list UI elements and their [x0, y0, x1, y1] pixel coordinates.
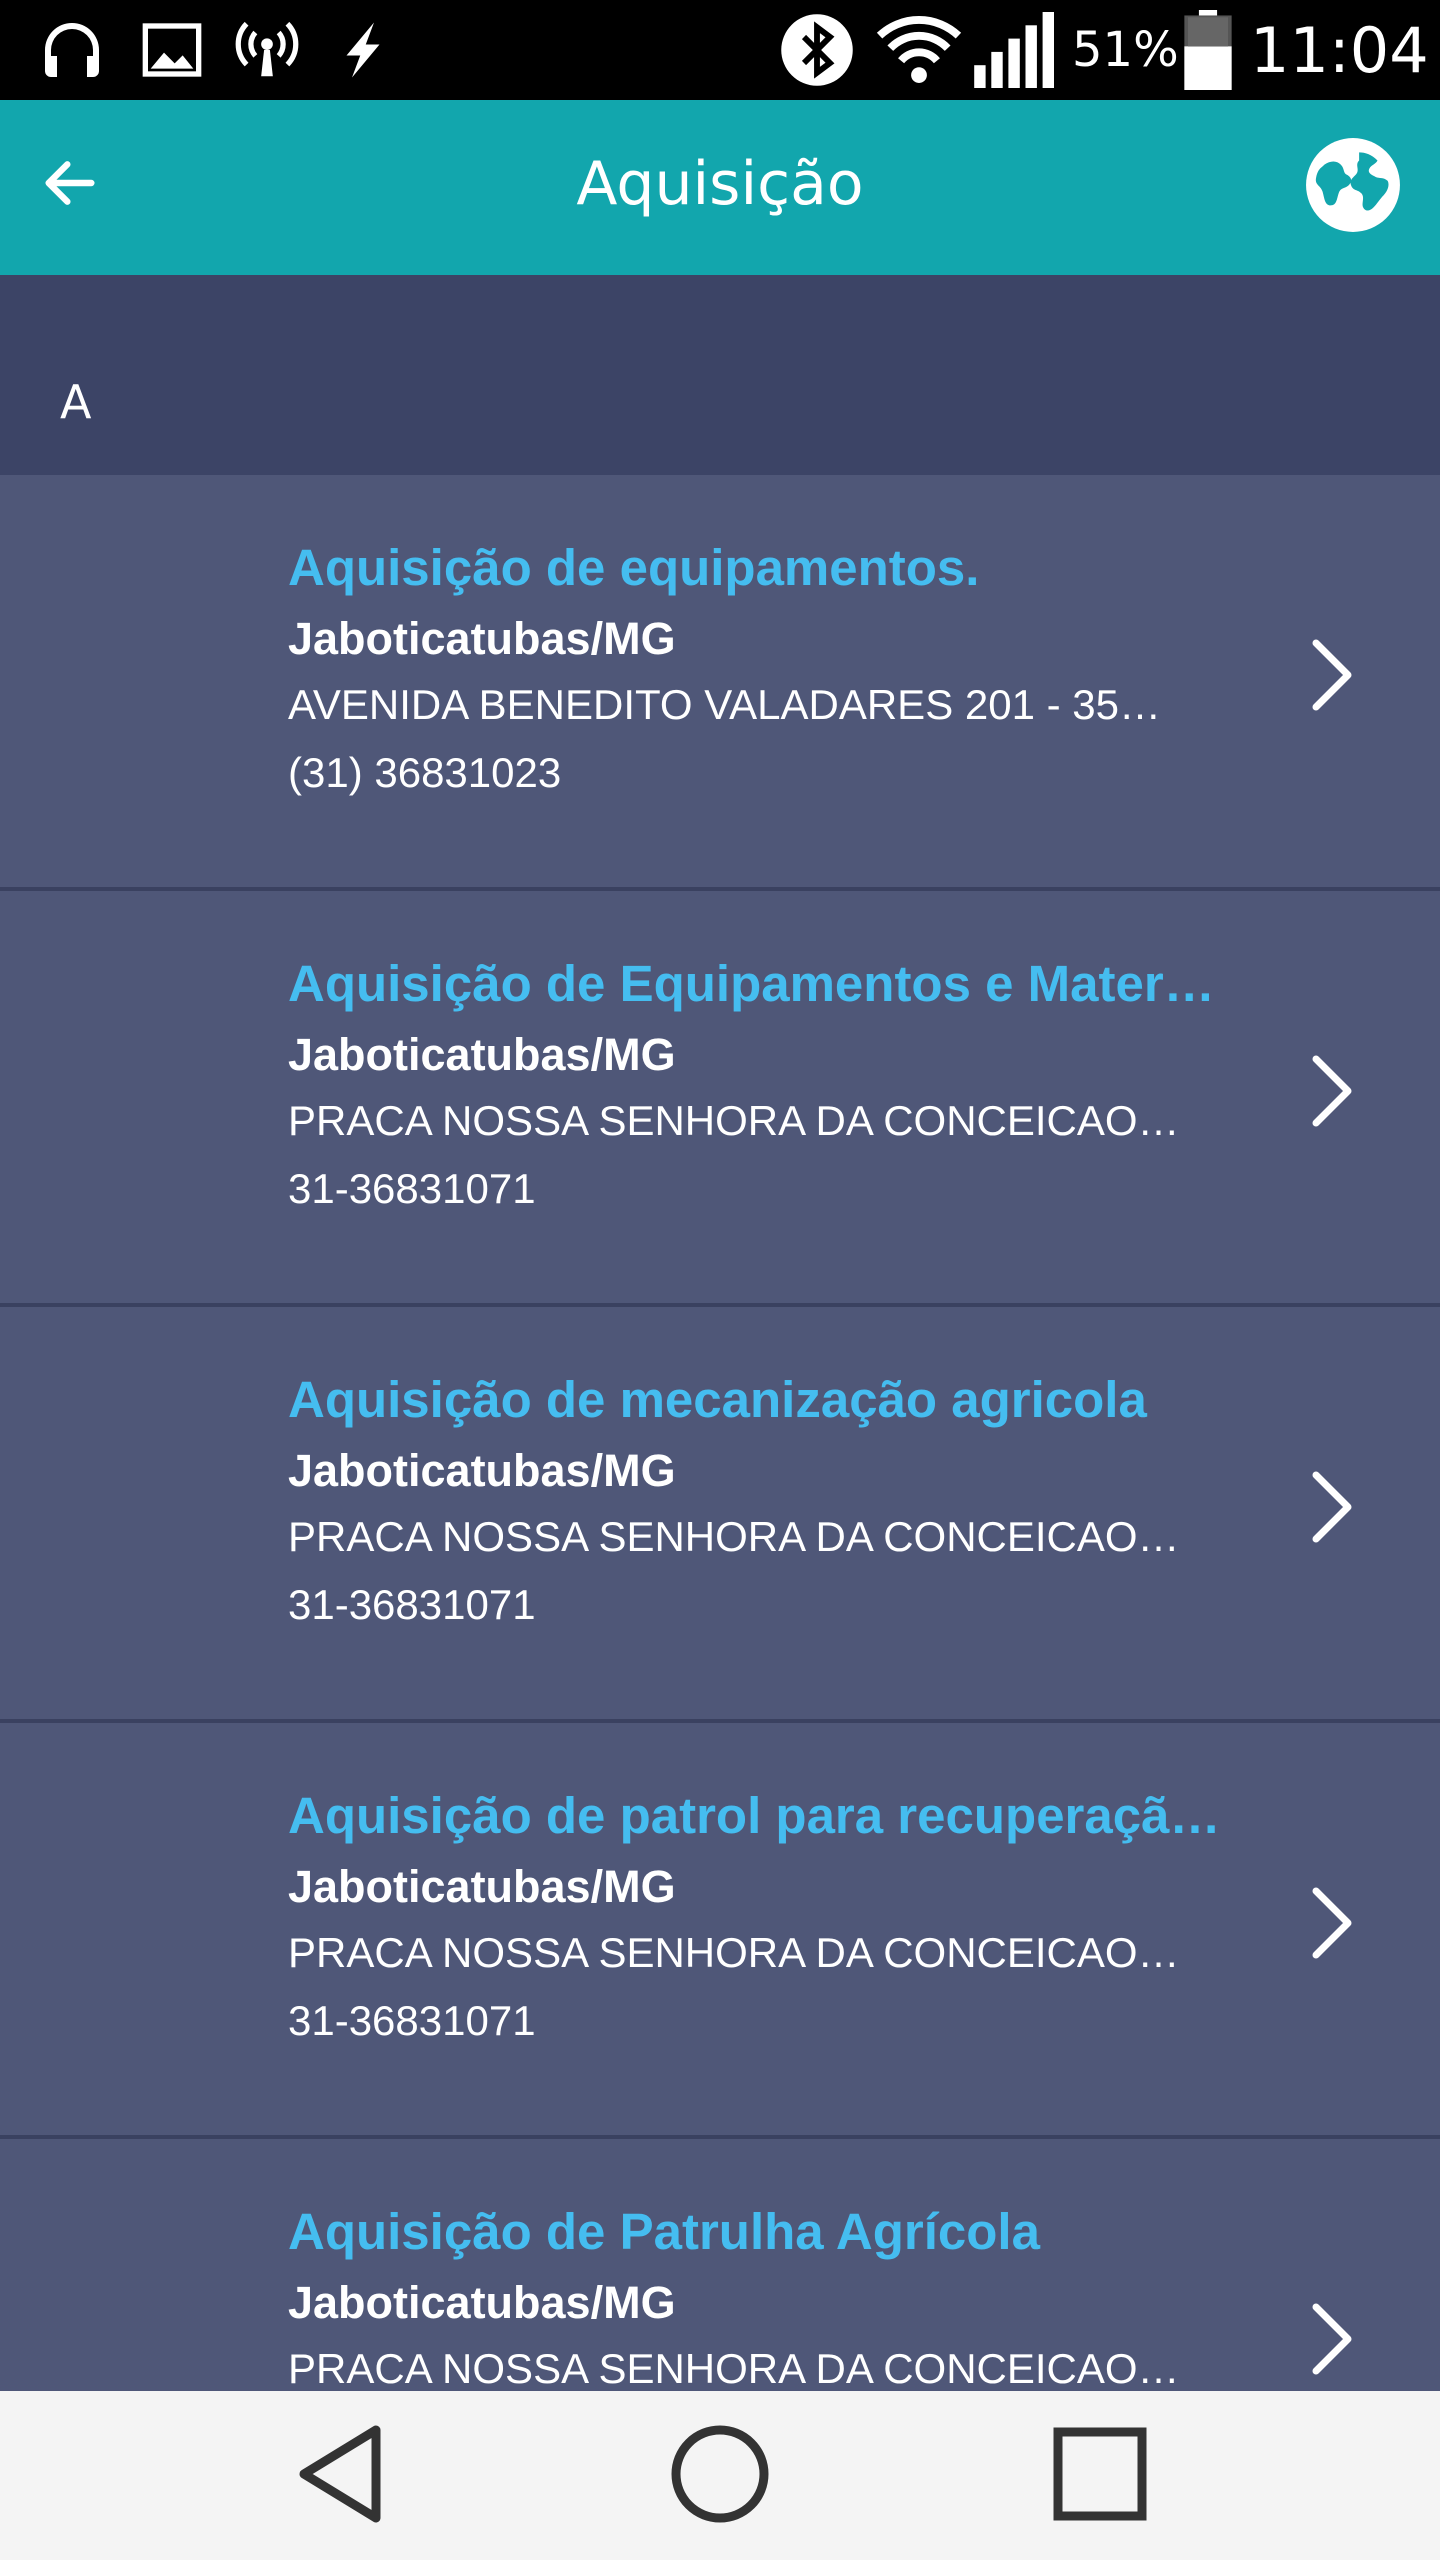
- section-letter: A: [60, 375, 92, 429]
- chevron-right-icon: [1312, 2303, 1352, 2375]
- flash-icon: [330, 0, 396, 100]
- chevron-right-icon: [1312, 1055, 1352, 1127]
- nav-recents-button[interactable]: [1035, 2411, 1165, 2541]
- item-address: PRACA NOSSA SENHORA DA CONCEICAO…: [288, 2345, 1180, 2391]
- triangle-back-icon: [292, 2422, 388, 2531]
- bluetooth-icon: [778, 0, 856, 100]
- image-icon: [140, 0, 204, 100]
- globe-button[interactable]: [1298, 132, 1408, 242]
- item-phone: 31-36831071: [288, 1165, 536, 1212]
- chevron-right-icon: [1312, 1887, 1352, 1959]
- nav-home-button[interactable]: [655, 2411, 785, 2541]
- item-title: Aquisição de Equipamentos e Mater…: [288, 955, 1215, 1012]
- results-list[interactable]: Aquisição de equipamentos. Jaboticatubas…: [0, 475, 1440, 2391]
- item-phone: 31-36831071: [288, 1581, 536, 1628]
- page-title: Aquisição: [576, 148, 864, 219]
- item-city: Jaboticatubas/MG: [288, 613, 676, 664]
- item-city: Jaboticatubas/MG: [288, 1861, 676, 1912]
- battery-icon: [1182, 0, 1234, 100]
- globe-icon: [1304, 136, 1402, 239]
- item-city: Jaboticatubas/MG: [288, 2277, 676, 2328]
- list-item[interactable]: Aquisição de mecanização agricola Jaboti…: [0, 1307, 1440, 1723]
- item-title: Aquisição de Patrulha Agrícola: [288, 2203, 1040, 2260]
- battery-percent: 51%: [1072, 22, 1179, 78]
- app-bar: Aquisição: [0, 100, 1440, 275]
- nav-back-button[interactable]: [275, 2411, 405, 2541]
- status-bar: 51% 11:04: [0, 0, 1440, 100]
- item-address: PRACA NOSSA SENHORA DA CONCEICAO…: [288, 1097, 1180, 1144]
- item-phone: (31) 36831023: [288, 749, 562, 796]
- item-title: Aquisição de patrol para recuperaçã…: [288, 1787, 1221, 1844]
- circle-home-icon: [670, 2424, 770, 2529]
- item-city: Jaboticatubas/MG: [288, 1029, 676, 1080]
- list-item[interactable]: Aquisição de Equipamentos e Mater… Jabot…: [0, 891, 1440, 1307]
- headphones-icon: [36, 0, 108, 100]
- navigation-bar: [0, 2391, 1440, 2560]
- item-address: PRACA NOSSA SENHORA DA CONCEICAO…: [288, 1929, 1180, 1976]
- section-header: A: [0, 275, 1440, 475]
- chevron-right-icon: [1312, 639, 1352, 711]
- chevron-right-icon: [1312, 1471, 1352, 1543]
- square-recents-icon: [1052, 2426, 1148, 2527]
- item-title: Aquisição de mecanização agricola: [288, 1371, 1147, 1428]
- list-item[interactable]: Aquisição de equipamentos. Jaboticatubas…: [0, 475, 1440, 891]
- signal-icon: [974, 0, 1058, 100]
- item-title: Aquisição de equipamentos.: [288, 539, 980, 596]
- wifi-icon: [876, 0, 962, 100]
- item-phone: 31-36831071: [288, 1997, 536, 2044]
- list-item[interactable]: Aquisição de Patrulha Agrícola Jaboticat…: [0, 2139, 1440, 2391]
- item-address: PRACA NOSSA SENHORA DA CONCEICAO…: [288, 1513, 1180, 1560]
- clock-time: 11:04: [1250, 13, 1429, 87]
- item-address: AVENIDA BENEDITO VALADARES 201 - 35…: [288, 681, 1161, 728]
- hotspot-icon: [232, 0, 302, 100]
- item-city: Jaboticatubas/MG: [288, 1445, 676, 1496]
- list-item[interactable]: Aquisição de patrol para recuperaçã… Jab…: [0, 1723, 1440, 2139]
